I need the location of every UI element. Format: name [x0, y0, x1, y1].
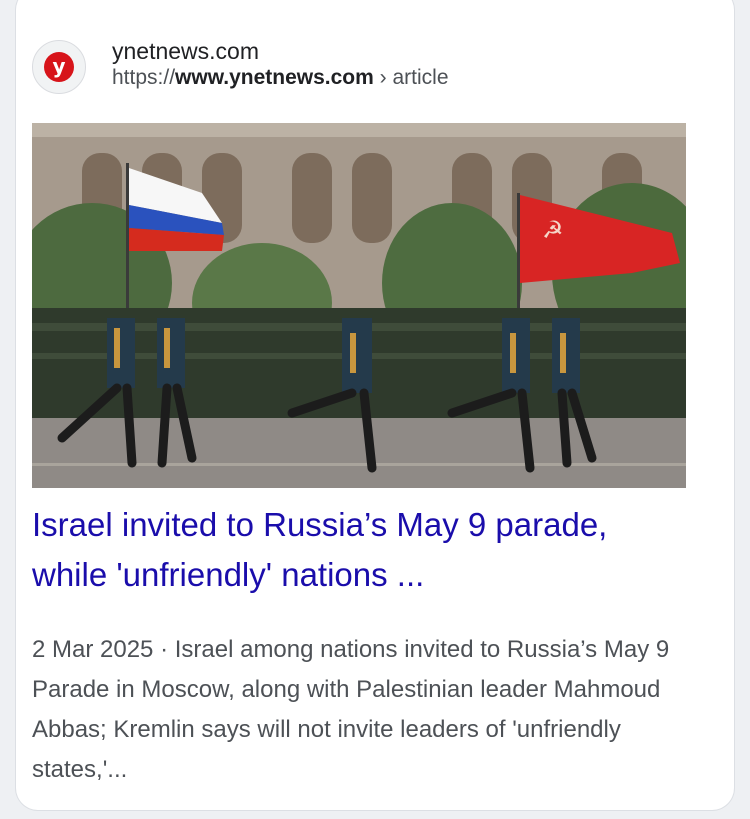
- parade-image: ☭: [32, 123, 686, 488]
- ynet-logo-icon: y: [44, 52, 74, 82]
- site-header[interactable]: y ynetnews.com https://www.ynetnews.com …: [32, 38, 692, 100]
- result-title-link[interactable]: Israel invited to Russia’s May 9 parade,…: [32, 500, 682, 600]
- favicon: y: [32, 40, 86, 94]
- result-snippet: 2 Mar 2025 · Israel among nations invite…: [32, 630, 682, 790]
- result-date: 2 Mar 2025: [32, 636, 154, 663]
- url-scheme: https://: [112, 66, 176, 89]
- url-domain: www.ynetnews.com: [175, 66, 374, 89]
- url-path: › article: [373, 66, 449, 89]
- date-separator: ·: [153, 636, 175, 663]
- svg-text:☭: ☭: [542, 216, 564, 244]
- site-url[interactable]: https://www.ynetnews.com › article: [112, 66, 449, 90]
- site-name[interactable]: ynetnews.com: [112, 38, 259, 65]
- result-thumbnail[interactable]: ☭: [32, 123, 686, 488]
